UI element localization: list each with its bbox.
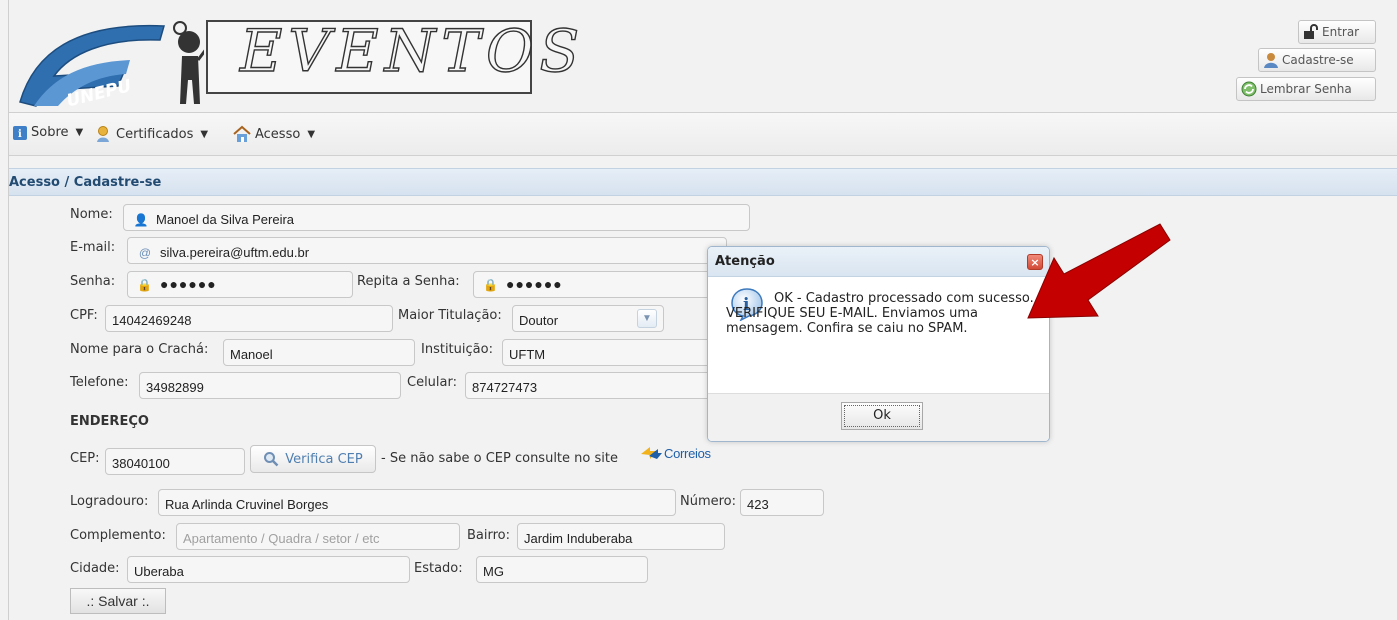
lock-icon: 🔒 (137, 278, 153, 292)
cpf-label: CPF: (70, 308, 98, 323)
entrar-button[interactable]: Entrar (1298, 20, 1376, 44)
lock-icon: 🔒 (483, 278, 499, 292)
menu-sobre-label: Sobre (31, 125, 69, 140)
senha-label: Senha: (70, 274, 116, 289)
menubar: i Sobre ▼ Certificados ▼ Acesso ▼ (9, 112, 1397, 156)
menu-certificados-label: Certificados (116, 126, 194, 142)
dialog-title: Atenção (708, 247, 1049, 277)
numero-value: 423 (747, 497, 769, 512)
panel-title: Acesso / Cadastre-se (9, 168, 1397, 196)
titulacao-value: Doutor (519, 313, 559, 328)
titulacao-select[interactable]: Doutor ▼ (512, 305, 664, 332)
refresh-icon (1241, 81, 1257, 97)
verifica-cep-button[interactable]: Verifica CEP (250, 445, 376, 473)
dialog-footer: Ok (708, 393, 1049, 441)
chevron-down-icon: ▼ (307, 128, 316, 140)
home-icon (233, 125, 251, 142)
instituicao-value: UFTM (509, 347, 546, 362)
page-border (8, 0, 9, 620)
instituicao-field[interactable]: UFTM (502, 339, 712, 366)
complemento-placeholder: Apartamento / Quadra / setor / etc (183, 531, 380, 546)
lembrar-senha-button[interactable]: Lembrar Senha (1236, 77, 1376, 101)
cep-hint: - Se não sabe o CEP consulte no site (381, 451, 618, 466)
titulacao-label: Maior Titulação: (398, 308, 502, 323)
email-field[interactable]: @ silva.pereira@uftm.edu.br (127, 237, 727, 264)
email-value: silva.pereira@uftm.edu.br (160, 245, 310, 260)
endereco-heading: ENDEREÇO (70, 414, 149, 429)
menu-acesso[interactable]: Acesso ▼ (233, 125, 315, 143)
red-arrow-annotation (1027, 223, 1171, 319)
email-label: E-mail: (70, 240, 116, 255)
senha-value: ●●●●●● (160, 276, 217, 292)
nome-value: Manoel da Silva Pereira (156, 212, 295, 227)
cadastre-se-label: Cadastre-se (1282, 53, 1354, 67)
bairro-field[interactable]: Jardim Induberaba (517, 523, 725, 550)
cidade-field[interactable]: Uberaba (127, 556, 410, 583)
repita-senha-label: Repita a Senha: (357, 274, 460, 289)
logradouro-field[interactable]: Rua Arlinda Cruvinel Borges (158, 489, 676, 516)
user-icon: 👤 (133, 213, 149, 227)
lembrar-senha-label: Lembrar Senha (1260, 82, 1352, 96)
repita-senha-field[interactable]: 🔒 ●●●●●● (473, 271, 713, 298)
estado-value: MG (483, 564, 504, 579)
cadastre-se-button[interactable]: Cadastre-se (1258, 48, 1376, 72)
chevron-down-icon: ▼ (637, 309, 657, 328)
telefone-field[interactable]: 34982899 (139, 372, 401, 399)
lock-open-icon (1304, 24, 1318, 39)
cpf-value: 14042469248 (112, 313, 192, 328)
estado-label: Estado: (414, 561, 463, 576)
numero-label: Número: (680, 494, 737, 509)
cracha-field[interactable]: Manoel (223, 339, 415, 366)
logradouro-value: Rua Arlinda Cruvinel Borges (165, 497, 329, 512)
entrar-label: Entrar (1322, 25, 1360, 39)
menu-sobre[interactable]: i Sobre ▼ (13, 125, 83, 140)
menu-certificados[interactable]: Certificados ▼ (94, 125, 208, 143)
ok-button[interactable]: Ok (841, 402, 923, 430)
cep-label: CEP: (70, 451, 100, 466)
unepu-logo: UNEPU (14, 14, 212, 111)
telefone-label: Telefone: (70, 375, 129, 390)
correios-logo-icon (641, 447, 662, 459)
dialog-message: OK - Cadastro processado com sucesso. - … (726, 291, 1043, 336)
chevron-down-icon: ▼ (75, 127, 84, 138)
repita-senha-value: ●●●●●● (506, 276, 563, 292)
bairro-value: Jardim Induberaba (524, 531, 633, 546)
cidade-label: Cidade: (70, 561, 120, 576)
chevron-down-icon: ▼ (200, 128, 209, 140)
menu-acesso-label: Acesso (255, 126, 301, 142)
bairro-label: Bairro: (467, 528, 511, 543)
estado-field[interactable]: MG (476, 556, 648, 583)
nome-label: Nome: (70, 207, 113, 222)
correios-label: Correios (664, 445, 711, 461)
telefone-value: 34982899 (146, 380, 204, 395)
nome-field[interactable]: 👤 Manoel da Silva Pereira (123, 204, 750, 231)
celular-label: Celular: (407, 375, 458, 390)
svg-text:i: i (18, 129, 22, 140)
numero-field[interactable]: 423 (740, 489, 824, 516)
cidade-value: Uberaba (134, 564, 184, 579)
at-icon: @ (138, 246, 152, 260)
cracha-label: Nome para o Crachá: (70, 342, 209, 357)
instituicao-label: Instituição: (421, 342, 493, 357)
celular-field[interactable]: 874727473 (465, 372, 711, 399)
cep-value: 38040100 (112, 456, 170, 471)
correios-link[interactable]: Correios (640, 445, 711, 461)
celular-value: 874727473 (472, 380, 538, 395)
save-button[interactable]: .: Salvar :. (70, 588, 166, 614)
cracha-value: Manoel (230, 347, 273, 362)
cpf-field[interactable]: 14042469248 (105, 305, 393, 332)
verifica-cep-label: Verifica CEP (285, 451, 363, 467)
search-icon (264, 452, 279, 467)
certificate-icon (97, 126, 109, 142)
logradouro-label: Logradouro: (70, 494, 149, 509)
eventos-title: EVENTOS (239, 16, 586, 85)
complemento-field[interactable]: Apartamento / Quadra / setor / etc (176, 523, 460, 550)
attention-dialog: Atenção × i OK - Cadastro processado com… (707, 246, 1050, 442)
user-icon (1264, 53, 1278, 68)
cep-field[interactable]: 38040100 (105, 448, 245, 475)
senha-field[interactable]: 🔒 ●●●●●● (127, 271, 353, 298)
complemento-label: Complemento: (70, 528, 166, 543)
info-icon: i (13, 125, 27, 140)
